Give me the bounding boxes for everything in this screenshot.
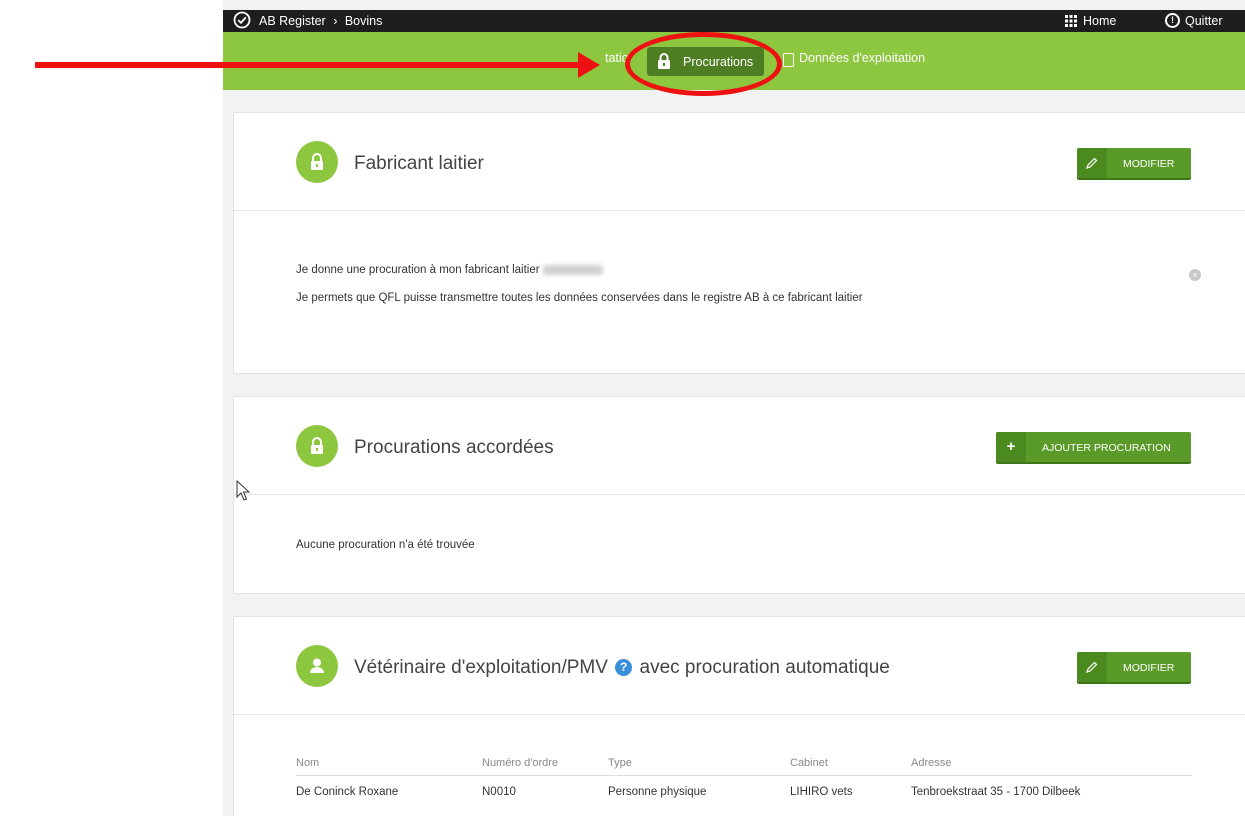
modify-button-label: MODIFIER [1123,158,1175,170]
card-header: Vétérinaire d'exploitation/PMV ? avec pr… [234,617,1245,715]
annotation-highlight-ellipse [625,32,782,96]
table-cell: De Coninck Roxane [296,786,399,799]
add-procuration-label: AJOUTER PROCURATION [1042,442,1171,454]
empty-state-text: Aucune procuration n'a été trouvée [296,539,475,551]
table-header-row: Nom Numéro d'ordre Type Cabinet Adresse [296,751,1192,776]
annotation-arrow-head [578,52,600,78]
annotation-arrow-shaft [35,62,590,68]
redacted-manufacturer-name [542,264,603,275]
card-header: Procurations accordées + AJOUTER PROCURA… [234,397,1245,495]
app-window: AB Register › Bovins Home ! Quitter tati… [223,0,1245,816]
breadcrumb-separator: › [333,14,338,28]
card-body: Aucune procuration n'a été trouvée [234,495,1245,593]
lock-badge [296,141,338,183]
dairy-consent-line-2: Je permets que QFL puisse transmettre to… [296,292,863,304]
user-badge [296,645,338,687]
column-header: Nom [296,751,482,776]
breadcrumb-root[interactable]: AB Register [259,14,326,28]
table-cell: LIHIRO vets [790,786,853,799]
vet-title-part2: avec procuration automatique [639,657,890,678]
granted-procurations-card: Procurations accordées + AJOUTER PROCURA… [233,396,1245,594]
column-header: Type [608,751,790,776]
breadcrumb-current: Bovins [344,14,383,28]
column-header: Adresse [911,751,1192,776]
card-title: Vétérinaire d'exploitation/PMV ? avec pr… [354,657,890,679]
top-bar: AB Register › Bovins Home ! Quitter [223,10,1245,32]
quit-link[interactable]: Quitter [1185,14,1223,28]
breadcrumb: AB Register › Bovins [259,14,386,28]
table-cell: Tenbroekstraat 35 - 1700 Dilbeek [911,786,1081,799]
card-body: Je donne une procuration à mon fabricant… [234,211,1245,373]
apps-grid-icon[interactable] [1065,15,1077,27]
card-title: Procurations accordées [354,437,554,458]
tab-donnees-exploitation[interactable]: Données d'exploitation [799,51,925,65]
table-cell: Personne physique [608,786,707,799]
dairy-consent-line-1: Je donne une procuration à mon fabricant… [296,264,603,276]
home-link[interactable]: Home [1083,14,1116,28]
lock-badge [296,425,338,467]
table-cell: N0010 [482,786,516,799]
dairy-manufacturer-card: Fabricant laitier MODIFIER Je donne une … [233,112,1245,374]
modify-button[interactable]: MODIFIER [1077,148,1191,178]
vet-title-part1: Vétérinaire d'exploitation/PMV [354,657,608,678]
plus-icon: + [996,432,1026,462]
pencil-icon [1077,652,1107,682]
power-icon[interactable]: ! [1165,13,1180,28]
column-header: Cabinet [790,751,911,776]
help-icon[interactable]: ? [615,659,633,676]
check-circle-icon [233,11,251,29]
lock-icon [311,153,323,170]
mouse-cursor-icon [236,480,251,501]
modify-button[interactable]: MODIFIER [1077,652,1191,682]
vet-card: Vétérinaire d'exploitation/PMV ? avec pr… [233,616,1245,816]
column-header: Numéro d'ordre [482,751,608,776]
lock-icon [311,437,323,454]
user-icon [310,658,324,673]
add-procuration-button[interactable]: + AJOUTER PROCURATION [996,432,1191,462]
document-icon [783,53,794,67]
pencil-icon [1077,148,1107,178]
card-title: Fabricant laitier [354,153,484,174]
vet-table: Nom Numéro d'ordre Type Cabinet Adresse … [296,751,1192,809]
modify-button-label: MODIFIER [1123,662,1175,674]
dairy-consent-text: Je donne une procuration à mon fabricant… [296,264,540,276]
card-header: Fabricant laitier MODIFIER [234,113,1245,211]
remove-icon[interactable]: × [1189,269,1201,281]
table-row[interactable]: De Coninck Roxane N0010 Personne physiqu… [296,775,1192,809]
